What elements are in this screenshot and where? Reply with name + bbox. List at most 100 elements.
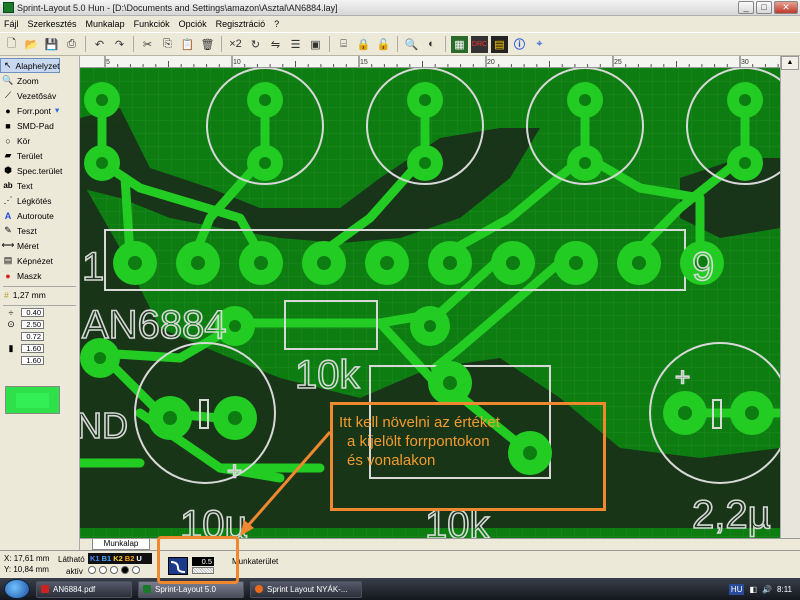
radio-u[interactable]	[132, 566, 140, 574]
smd-height-value[interactable]: 1.60	[21, 356, 44, 365]
tool-maszk[interactable]: ● Maszk	[0, 268, 79, 283]
contrast-icon[interactable]: ◐	[423, 36, 440, 53]
rotate-icon[interactable]: ↻	[247, 36, 264, 53]
task-firefox[interactable]: Sprint Layout NYÁK-...	[250, 580, 362, 598]
menu-opciok[interactable]: Opciók	[179, 19, 207, 29]
start-button[interactable]	[4, 579, 30, 599]
smd-width-value[interactable]: 1.60	[21, 344, 44, 353]
undo-icon[interactable]: ↶	[91, 36, 108, 53]
task-label: AN6884.pdf	[53, 584, 96, 594]
tool-forrpont[interactable]: ● Forr.pont ▾	[0, 103, 79, 118]
tool-smd-pad[interactable]: ■ SMD-Pad	[0, 118, 79, 133]
tool-meret[interactable]: ⟷ Méret	[0, 238, 79, 253]
layer-k2[interactable]: K2	[113, 554, 123, 563]
pad-outer-value[interactable]: 2.50	[21, 320, 44, 329]
track-width-spin[interactable]: ÷ 0.40	[0, 307, 79, 318]
task-label: Sprint Layout NYÁK-...	[267, 584, 348, 594]
grid-setting[interactable]: #1,27 mm	[0, 287, 79, 303]
tool-autoroute[interactable]: A Autoroute	[0, 208, 79, 223]
toolbar: 🗋 📂 💾 ⎙ ↶ ↷ ✂ ⎘ 📋 🗑 ×2 ↻ ⇋ ☰ ▣ ⌸ 🔒 🔓 🔍 ◐…	[0, 32, 800, 56]
mirror-icon[interactable]: ⇋	[267, 36, 284, 53]
tool-spec-terulet[interactable]: ⬢ Spec.terület	[0, 163, 79, 178]
tool-label: Képnézet	[17, 255, 53, 266]
save-icon[interactable]: 💾	[43, 36, 60, 53]
zoom-lens-icon[interactable]: 🔍	[403, 36, 420, 53]
pad-inner-spin[interactable]: 0.72	[0, 331, 79, 342]
unlock-icon[interactable]: 🔓	[375, 36, 392, 53]
radio-k2[interactable]	[110, 566, 118, 574]
menu-help[interactable]: ?	[274, 19, 279, 29]
layer-b2[interactable]: B2	[125, 554, 135, 563]
pad-inner-value[interactable]: 0.72	[21, 332, 44, 341]
layer-color-swatch[interactable]	[5, 386, 60, 414]
sprint-icon	[143, 585, 151, 593]
arrow-icon: ↖	[4, 60, 12, 70]
menu-munkalap[interactable]: Munkalap	[86, 19, 125, 29]
duplicate-icon[interactable]: ×2	[227, 36, 244, 53]
menu-regisztracio[interactable]: Regisztráció	[216, 19, 266, 29]
redo-icon[interactable]: ↷	[111, 36, 128, 53]
tool-vezetosav[interactable]: ⟋ Vezetősáv	[0, 88, 79, 103]
tool-teszt[interactable]: ✎ Teszt	[0, 223, 79, 238]
cut-icon[interactable]: ✂	[139, 36, 156, 53]
chip-icon[interactable]: ▤	[491, 35, 508, 53]
tool-label: Terület	[17, 150, 43, 161]
tab-munkalap[interactable]: Munkalap	[92, 539, 150, 550]
active-layer-radios[interactable]	[88, 566, 140, 574]
radio-k1[interactable]	[88, 566, 96, 574]
toolbar-separator	[397, 36, 398, 52]
task-pdf[interactable]: AN6884.pdf	[36, 580, 132, 598]
delete-icon[interactable]: 🗑	[199, 36, 216, 53]
layer-u[interactable]: U	[136, 554, 141, 563]
group-icon[interactable]: ▣	[307, 36, 324, 53]
menu-szerkesztes[interactable]: Szerkesztés	[28, 19, 77, 29]
ic-pin9-label: 9	[692, 245, 714, 289]
drc-icon[interactable]: DRC	[471, 35, 488, 53]
tool-alaphelyzet[interactable]: ↖ Alaphelyzet	[0, 58, 60, 73]
align-icon[interactable]: ☰	[287, 36, 304, 53]
crosshair-icon[interactable]: ⌖	[531, 36, 548, 53]
tool-text[interactable]: ab Text	[0, 178, 79, 193]
maximize-button[interactable]: □	[756, 1, 772, 14]
airwire-icon: ⋰	[3, 195, 13, 205]
zoom-icon: 🔍	[2, 75, 14, 85]
menu-fajl[interactable]: Fájl	[4, 19, 19, 29]
scroll-up-icon[interactable]: ▲	[781, 56, 799, 70]
app-icon	[3, 2, 14, 13]
tool-label: Autoroute	[17, 210, 54, 221]
paste-icon[interactable]: 📋	[179, 36, 196, 53]
tool-kor[interactable]: ○ Kör	[0, 133, 79, 148]
track-width-value[interactable]: 0.40	[21, 308, 44, 317]
component-icon[interactable]: ⌸	[335, 36, 352, 53]
toolbar-separator	[221, 36, 222, 52]
tray-icon[interactable]: ◧	[749, 585, 757, 594]
copy-icon[interactable]: ⎘	[159, 36, 176, 53]
lock-icon[interactable]: 🔒	[355, 36, 372, 53]
ruler-label: 25	[614, 59, 622, 66]
smd-height-spin[interactable]: 1.60	[0, 355, 79, 366]
minimize-button[interactable]: _	[738, 1, 754, 14]
clock[interactable]: 8:11	[777, 585, 792, 594]
tool-terulet[interactable]: ▰ Terület	[0, 148, 79, 163]
layer-b1[interactable]: B1	[102, 554, 112, 563]
polarity-label: +	[675, 362, 690, 392]
radio-b2[interactable]	[121, 566, 129, 574]
tool-legkotes[interactable]: ⋰ Légkötés	[0, 193, 79, 208]
info-icon[interactable]: ⓘ	[511, 36, 528, 53]
radio-b1[interactable]	[99, 566, 107, 574]
print-icon[interactable]: ⎙	[63, 36, 80, 53]
pad-outer-spin[interactable]: ⊙ 2.50	[0, 319, 79, 330]
tool-kepnezet[interactable]: ▤ Képnézet	[0, 253, 79, 268]
new-file-icon[interactable]: 🗋	[3, 36, 20, 53]
tool-zoom[interactable]: 🔍 Zoom	[0, 73, 79, 88]
menu-funkciok[interactable]: Funkciók	[134, 19, 170, 29]
layer-k1[interactable]: K1	[90, 554, 100, 563]
export-icon[interactable]: ▦	[451, 35, 468, 53]
layer-selector[interactable]: K1 B1 K2 B2 U	[88, 553, 152, 564]
vertical-scrollbar[interactable]: ▲	[780, 56, 800, 538]
volume-icon[interactable]: 🔊	[762, 585, 772, 594]
language-indicator[interactable]: HU	[728, 583, 745, 595]
smd-width-spin[interactable]: ▮ 1.60	[0, 343, 79, 354]
close-button[interactable]: ✕	[774, 1, 798, 14]
open-folder-icon[interactable]: 📂	[23, 36, 40, 53]
